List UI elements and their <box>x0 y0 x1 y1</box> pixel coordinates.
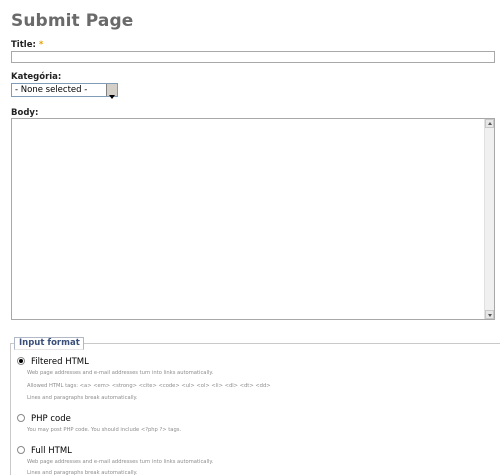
filtered-html-allowed-tags: Allowed HTML tags: <a> <em> <strong> <ci… <box>27 383 271 389</box>
scroll-down-icon <box>488 314 492 317</box>
page-title: Submit Page <box>11 11 134 31</box>
chevron-down-icon <box>109 95 115 99</box>
full-html-description: Web page addresses and e-mail addresses … <box>27 459 214 465</box>
filtered-html-description: Web page addresses and e-mail addresses … <box>27 370 214 376</box>
body-label: Body: <box>11 108 39 118</box>
title-label: Title: * <box>11 40 43 50</box>
full-html-line-breaks: Lines and paragraphs break automatically… <box>27 470 138 476</box>
body-scrollbar[interactable] <box>484 119 494 319</box>
scroll-up-icon <box>488 122 492 125</box>
radio-filtered-html[interactable] <box>17 357 25 365</box>
option-label-full-html[interactable]: Full HTML <box>31 446 72 456</box>
body-textarea[interactable] <box>11 118 495 320</box>
category-label: Kategória: <box>11 72 62 82</box>
filtered-html-line-breaks: Lines and paragraphs break automatically… <box>27 395 138 401</box>
category-dropdown-button[interactable] <box>106 84 117 99</box>
input-format-legend[interactable]: Input format <box>14 337 84 350</box>
scroll-up-button[interactable] <box>485 119 494 128</box>
radio-php-code[interactable] <box>17 414 25 422</box>
radio-full-html[interactable] <box>17 446 25 454</box>
option-label-filtered-html[interactable]: Filtered HTML <box>31 357 89 367</box>
scroll-down-button[interactable] <box>485 310 494 319</box>
category-selected-value: - None selected - <box>15 85 88 95</box>
php-code-description: You may post PHP code. You should includ… <box>27 427 182 433</box>
title-label-text: Title: <box>11 40 36 50</box>
option-label-php-code[interactable]: PHP code <box>31 414 71 424</box>
input-format-fieldset-border-left <box>10 343 11 475</box>
required-marker: * <box>38 40 44 50</box>
title-input[interactable] <box>11 51 495 63</box>
category-select[interactable]: - None selected - <box>11 83 118 99</box>
